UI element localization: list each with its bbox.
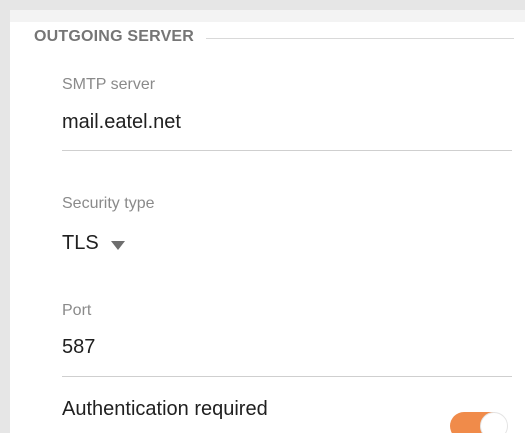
authentication-toggle[interactable] [450, 412, 508, 433]
toggle-knob [480, 412, 508, 433]
toggle-clip [0, 0, 525, 433]
